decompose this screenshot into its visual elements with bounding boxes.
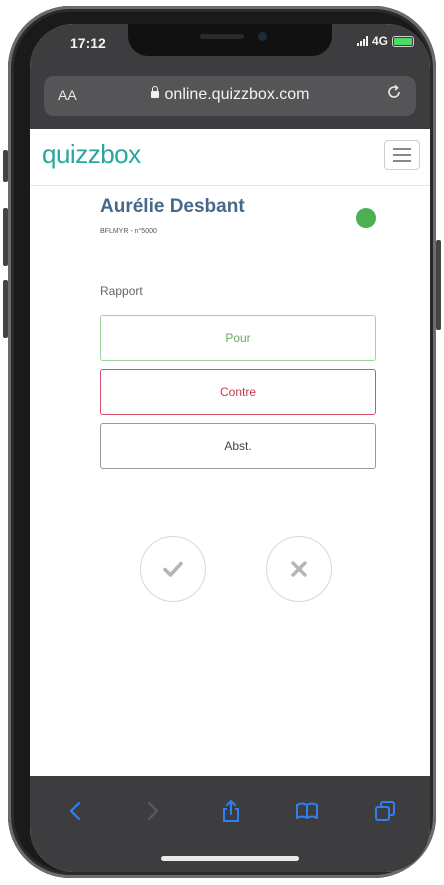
vote-abst-button[interactable]: Abst. xyxy=(100,423,376,469)
front-camera xyxy=(258,32,267,41)
phone-frame: 17:12 4G AA online.quizzbox.com quizzbox… xyxy=(8,6,436,878)
cancel-button[interactable] xyxy=(266,536,332,602)
network-type: 4G xyxy=(371,34,388,48)
home-indicator xyxy=(161,856,299,861)
vote-contre-label: Contre xyxy=(219,385,257,399)
url-display[interactable]: online.quizzbox.com xyxy=(44,86,416,104)
address-bar[interactable]: AA online.quizzbox.com xyxy=(44,76,416,116)
browser-toolbar xyxy=(30,776,430,872)
url-text: online.quizzbox.com xyxy=(164,86,310,103)
signal-icon xyxy=(356,36,368,46)
share-icon[interactable] xyxy=(216,796,246,826)
status-time: 17:12 xyxy=(70,35,106,51)
vote-contre-button[interactable]: Contre xyxy=(100,369,376,415)
back-icon[interactable] xyxy=(60,796,90,826)
forward-icon[interactable] xyxy=(138,796,168,826)
power-button xyxy=(436,240,441,330)
quizzbox-logo[interactable]: quizzbox xyxy=(42,139,141,170)
confirm-button[interactable] xyxy=(140,536,206,602)
phone-screen: 17:12 4G AA online.quizzbox.com quizzbox… xyxy=(30,24,430,872)
status-indicators: 4G xyxy=(356,34,414,48)
vote-pour-button[interactable]: Pour xyxy=(100,315,376,361)
reload-icon[interactable] xyxy=(386,84,402,105)
site-header: quizzbox xyxy=(30,129,430,186)
vote-pour-label: Pour xyxy=(225,331,251,345)
speaker xyxy=(200,34,244,39)
participant-id: BFLMYR - n°5000 xyxy=(100,228,157,235)
notch xyxy=(128,24,332,56)
menu-icon-bar xyxy=(393,148,411,150)
check-icon xyxy=(163,561,183,577)
lock-icon xyxy=(150,86,159,98)
bookmarks-icon[interactable] xyxy=(292,796,322,826)
menu-icon-bar xyxy=(393,160,411,162)
menu-icon-bar xyxy=(393,154,411,156)
vote-abst-label: Abst. xyxy=(224,439,252,453)
browser-top-chrome: 17:12 4G AA online.quizzbox.com xyxy=(30,24,430,129)
tabs-icon[interactable] xyxy=(370,796,400,826)
phone-mockup: 17:12 4G AA online.quizzbox.com quizzbox… xyxy=(0,0,444,885)
question-label: Rapport xyxy=(100,284,143,298)
participant-name: Aurélie Desbant xyxy=(100,196,245,217)
connection-status-dot xyxy=(356,208,376,228)
battery-icon xyxy=(392,35,414,47)
x-icon xyxy=(291,561,307,577)
hamburger-menu-button[interactable] xyxy=(384,140,420,170)
